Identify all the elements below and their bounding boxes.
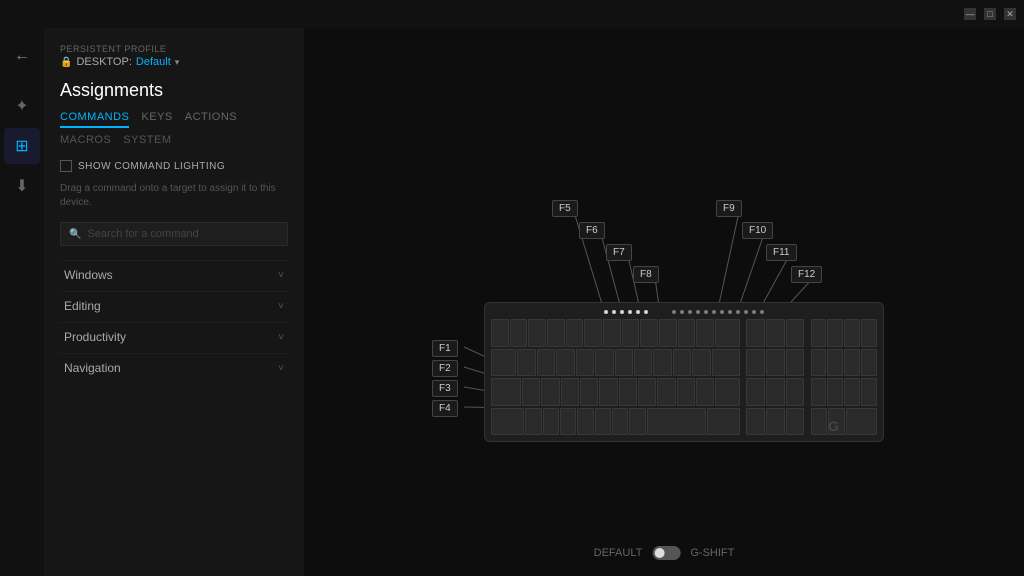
- subtab-system[interactable]: SYSTEM: [123, 134, 171, 146]
- category-navigation-header[interactable]: Navigation ˅: [60, 353, 288, 382]
- key-label-f4: F4: [432, 400, 458, 417]
- tab-actions[interactable]: ACTIONS: [185, 111, 237, 128]
- main-tabs: COMMANDS KEYS ACTIONS: [60, 111, 288, 128]
- category-windows: Windows ˅: [60, 260, 288, 289]
- default-label: DEFAULT: [594, 547, 643, 559]
- category-windows-chevron: ˅: [278, 270, 284, 281]
- icon-sidebar: ← ✦ ⊞ ⬇: [0, 28, 44, 576]
- category-editing-label: Editing: [64, 299, 101, 313]
- category-windows-header[interactable]: Windows ˅: [60, 260, 288, 289]
- key-label-f6: F6: [579, 222, 605, 239]
- key-label-f11: F11: [766, 244, 797, 261]
- lighting-button[interactable]: ✦: [4, 88, 40, 124]
- profile-name-highlight: Default: [136, 56, 171, 68]
- maximize-button[interactable]: □: [984, 8, 996, 20]
- main-content: F1 F2 F3 F4 F5 F6 F7 F8 F9 F10 F11 F12: [304, 28, 1024, 576]
- title-bar: — □ ✕: [0, 0, 1024, 28]
- tab-commands[interactable]: COMMANDS: [60, 111, 129, 128]
- category-editing-header[interactable]: Editing ˅: [60, 291, 288, 320]
- key-label-f8: F8: [633, 266, 659, 283]
- gshift-label: G-SHIFT: [690, 547, 734, 559]
- tab-keys[interactable]: KEYS: [141, 111, 172, 128]
- key-label-f1: F1: [432, 340, 458, 357]
- category-navigation-label: Navigation: [64, 361, 121, 375]
- profile-name-prefix: DESKTOP:: [76, 56, 131, 68]
- panel-title: Assignments: [60, 80, 288, 101]
- key-label-f10: F10: [742, 222, 773, 239]
- category-productivity-chevron: ˅: [278, 332, 284, 343]
- category-productivity-label: Productivity: [64, 330, 126, 344]
- back-button[interactable]: ←: [4, 38, 40, 74]
- category-editing-chevron: ˅: [278, 301, 284, 312]
- minimize-button[interactable]: —: [964, 8, 976, 20]
- show-lighting-label: SHOW COMMAND LIGHTING: [78, 161, 225, 172]
- key-label-f2: F2: [432, 360, 458, 377]
- category-windows-label: Windows: [64, 268, 113, 282]
- drag-hint-text: Drag a command onto a target to assign i…: [60, 182, 288, 210]
- search-input[interactable]: [87, 228, 279, 240]
- profile-name[interactable]: 🔒 DESKTOP: Default ▾: [60, 56, 288, 68]
- search-icon: 🔍: [69, 229, 81, 240]
- assignments-panel: PERSISTENT PROFILE 🔒 DESKTOP: Default ▾ …: [44, 28, 304, 576]
- persistent-profile-label: PERSISTENT PROFILE: [60, 44, 288, 54]
- key-label-f9: F9: [716, 200, 742, 217]
- key-label-f12: F12: [791, 266, 822, 283]
- keyboard-diagram: F1 F2 F3 F4 F5 F6 F7 F8 F9 F10 F11 F12: [404, 162, 924, 442]
- show-lighting-row[interactable]: SHOW COMMAND LIGHTING: [60, 160, 288, 172]
- category-navigation-chevron: ˅: [278, 363, 284, 374]
- keyboard-body: [484, 302, 884, 442]
- category-editing: Editing ˅: [60, 291, 288, 320]
- download-button[interactable]: ⬇: [4, 168, 40, 204]
- search-box[interactable]: 🔍: [60, 222, 288, 246]
- key-label-f3: F3: [432, 380, 458, 397]
- toggle-knob: [654, 548, 664, 558]
- profile-chevron-icon: ▾: [175, 57, 180, 68]
- logitech-logo: G: [828, 418, 839, 434]
- key-label-f7: F7: [606, 244, 632, 261]
- profile-toggle[interactable]: [652, 546, 680, 560]
- key-label-f5: F5: [552, 200, 578, 217]
- close-button[interactable]: ✕: [1004, 8, 1016, 20]
- assignments-button[interactable]: ⊞: [4, 128, 40, 164]
- category-productivity-header[interactable]: Productivity ˅: [60, 322, 288, 351]
- subtab-macros[interactable]: MACROS: [60, 134, 111, 146]
- category-productivity: Productivity ˅: [60, 322, 288, 351]
- show-lighting-checkbox[interactable]: [60, 160, 72, 172]
- sub-tabs: MACROS SYSTEM: [60, 134, 288, 146]
- lock-icon: 🔒: [60, 57, 72, 68]
- bottom-bar: DEFAULT G-SHIFT: [594, 546, 735, 560]
- category-navigation: Navigation ˅: [60, 353, 288, 382]
